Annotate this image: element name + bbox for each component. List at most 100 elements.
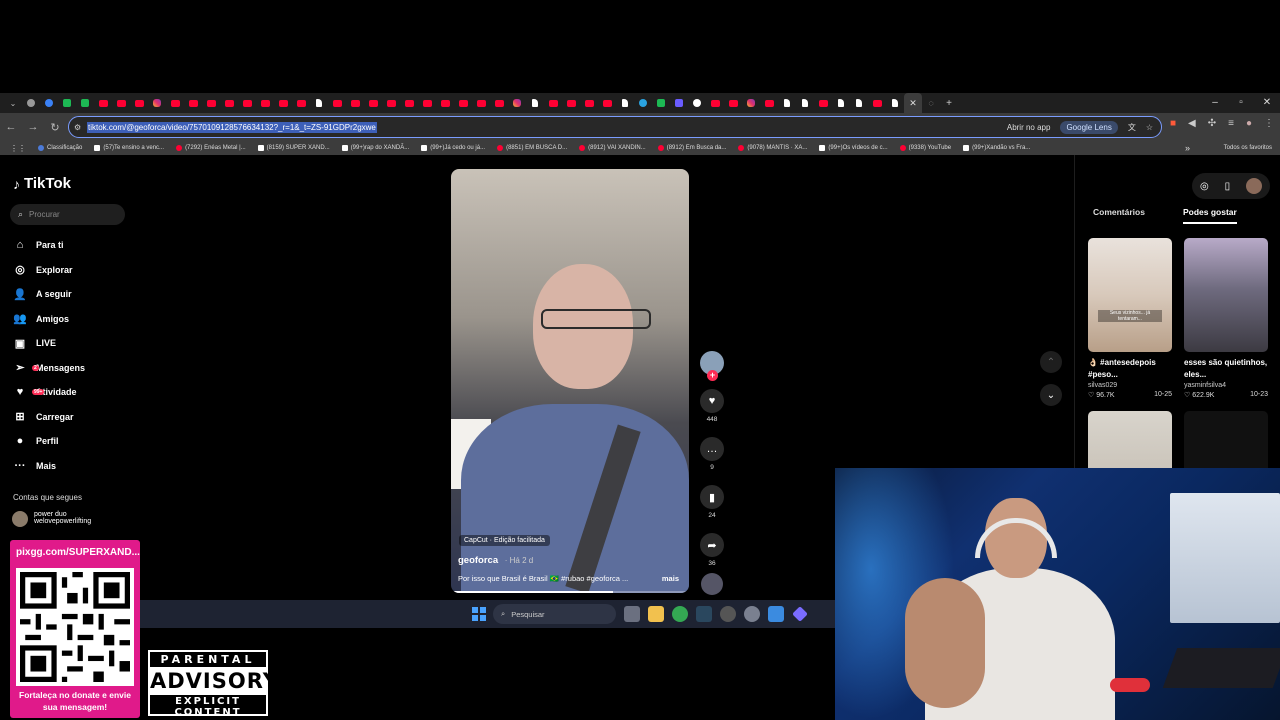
browser-tab[interactable] xyxy=(202,93,220,113)
windows-start-icon[interactable] xyxy=(472,607,486,621)
music-disc-icon[interactable] xyxy=(701,573,723,595)
bookmark-item[interactable]: (99+)Os vídeos de c... xyxy=(819,145,888,151)
browser-tab[interactable] xyxy=(76,93,94,113)
share-button[interactable]: ➦ xyxy=(700,533,724,557)
bookmark-item[interactable]: (8912) Em Busca da... xyxy=(657,145,726,151)
browser-tab[interactable] xyxy=(184,93,202,113)
like-button[interactable]: ♥ xyxy=(700,389,724,413)
browser-tab[interactable] xyxy=(292,93,310,113)
browser-tab[interactable] xyxy=(400,93,418,113)
card-user[interactable]: yasminfsilva4 xyxy=(1184,382,1268,389)
steam-icon[interactable] xyxy=(696,606,712,622)
browser-tab[interactable] xyxy=(148,93,166,113)
browser-tab[interactable] xyxy=(364,93,382,113)
browser-tab[interactable] xyxy=(724,93,742,113)
browser-tab[interactable] xyxy=(796,93,814,113)
site-info-icon[interactable]: ⚙ xyxy=(74,123,81,132)
translate-icon[interactable]: 文 xyxy=(1128,122,1136,133)
forward-icon[interactable]: → xyxy=(22,121,44,133)
browser-tab[interactable] xyxy=(526,93,544,113)
audio-icon[interactable]: ◀ xyxy=(1188,118,1196,129)
comment-button[interactable]: … xyxy=(700,437,724,461)
back-icon[interactable]: ← xyxy=(0,121,22,133)
browser-tab[interactable] xyxy=(688,93,706,113)
card-title[interactable]: esses são quietinhos, eles... xyxy=(1184,357,1268,381)
settings-icon[interactable] xyxy=(744,606,760,622)
reload-icon[interactable]: ↻ xyxy=(44,121,66,134)
browser-tab[interactable] xyxy=(652,93,670,113)
video-thumbnail[interactable] xyxy=(1184,238,1268,352)
video-author[interactable]: geoforca · Há 2 d xyxy=(458,555,533,566)
next-video-button[interactable]: ⌄ xyxy=(1040,384,1062,406)
apps-icon[interactable]: ⋮⋮ xyxy=(10,144,26,153)
search-input[interactable]: ⌕ Procurar xyxy=(10,204,125,225)
bookmark-item[interactable]: (8851) EM BUSCA D... xyxy=(497,145,567,151)
active-tab-close-icon[interactable]: ✕ xyxy=(904,93,922,113)
browser-tab[interactable] xyxy=(436,93,454,113)
browser-tab[interactable] xyxy=(94,93,112,113)
media-icon[interactable]: ≡ xyxy=(1228,118,1234,129)
close-window-icon[interactable]: ✕ xyxy=(1254,93,1280,113)
browser-tab[interactable] xyxy=(130,93,148,113)
url-text[interactable]: tiktok.com/@geoforca/video/7570109128576… xyxy=(87,121,377,133)
app-icon[interactable] xyxy=(792,606,808,622)
browser-tab[interactable] xyxy=(850,93,868,113)
video-thumbnail[interactable]: Seus vizinhos... já tentaram... xyxy=(1088,238,1172,352)
browser-tab[interactable] xyxy=(220,93,238,113)
browser-tab[interactable] xyxy=(40,93,58,113)
photos-icon[interactable] xyxy=(768,606,784,622)
browser-tab[interactable] xyxy=(112,93,130,113)
bookmark-item[interactable]: (99+)Xandão vs Fra... xyxy=(963,145,1030,151)
file-explorer-icon[interactable] xyxy=(648,606,664,622)
bookmark-item[interactable]: (99+)Já cedo ou já... xyxy=(421,145,485,151)
following-item[interactable]: power duo welovepowerlifting xyxy=(12,511,91,527)
profile-avatar[interactable]: ● xyxy=(1246,118,1252,129)
browser-tab[interactable] xyxy=(886,93,904,113)
bookmark-item[interactable]: (9078) MANTIS · XA... xyxy=(738,145,807,151)
maximize-icon[interactable]: ▫ xyxy=(1228,93,1254,113)
previous-video-button[interactable]: ⌃ xyxy=(1040,351,1062,373)
open-in-app-button[interactable]: Abrir no app xyxy=(1007,123,1051,132)
sidebar-item[interactable]: ⌂ Para ti xyxy=(12,233,85,258)
browser-tab[interactable] xyxy=(22,93,40,113)
sidebar-item[interactable]: ⊞ Carregar xyxy=(12,405,85,430)
sidebar-item[interactable]: 👤 A seguir xyxy=(12,282,85,307)
task-view-icon[interactable] xyxy=(624,606,640,622)
follow-plus-icon[interactable]: + xyxy=(707,370,718,381)
sidebar-item[interactable]: ● Perfil xyxy=(12,429,85,454)
browser-tab[interactable] xyxy=(634,93,652,113)
browser-tab[interactable] xyxy=(616,93,634,113)
bookmark-item[interactable]: (57)Te ensino a venc... xyxy=(94,145,164,151)
user-avatar[interactable] xyxy=(1246,178,1263,194)
tab-you-may-like[interactable]: Podes gostar xyxy=(1182,207,1237,224)
bookmark-item[interactable]: (8912) VAI XANDIN... xyxy=(579,145,646,151)
browser-tab[interactable] xyxy=(598,93,616,113)
new-tab-icon[interactable]: + xyxy=(940,93,958,113)
bookmark-item[interactable]: Classificação xyxy=(38,145,82,151)
tab-comments[interactable]: Comentários xyxy=(1093,207,1145,224)
browser-tab[interactable] xyxy=(328,93,346,113)
browser-tab[interactable] xyxy=(472,93,490,113)
save-button[interactable]: ▮ xyxy=(700,485,724,509)
browser-tab[interactable] xyxy=(256,93,274,113)
browser-tab[interactable] xyxy=(670,93,688,113)
sidebar-item[interactable]: ♥ 99+ Atividade xyxy=(12,380,85,405)
recommended-card[interactable]: Seus vizinhos... já tentaram... 👌🏻 #ante… xyxy=(1088,238,1172,399)
card-title[interactable]: 👌🏻 #antesedepois #peso... xyxy=(1088,357,1172,381)
browser-tab[interactable] xyxy=(760,93,778,113)
browser-tab[interactable] xyxy=(706,93,724,113)
sidebar-item[interactable]: ▣ LIVE xyxy=(12,331,85,356)
caption-more-button[interactable]: mais xyxy=(662,574,679,583)
video-username[interactable]: geoforca xyxy=(458,555,498,566)
bookmark-item[interactable]: (9338) YouTube xyxy=(899,145,951,151)
app-icon[interactable] xyxy=(720,606,736,622)
puzzle-icon[interactable]: ✣ xyxy=(1208,118,1216,129)
sidebar-item[interactable]: ➢ 2 Mensagens xyxy=(12,356,85,381)
address-bar[interactable]: ⚙ tiktok.com/@geoforca/video/75701091285… xyxy=(68,116,1162,138)
bookmark-item[interactable]: (8159) SUPER XAND... xyxy=(257,145,330,151)
browser-tab[interactable] xyxy=(58,93,76,113)
minimize-icon[interactable]: – xyxy=(1202,93,1228,113)
browser-tab[interactable] xyxy=(346,93,364,113)
recommended-card[interactable]: esses são quietinhos, eles... yasminfsil… xyxy=(1184,238,1268,399)
browser-tab[interactable] xyxy=(868,93,886,113)
